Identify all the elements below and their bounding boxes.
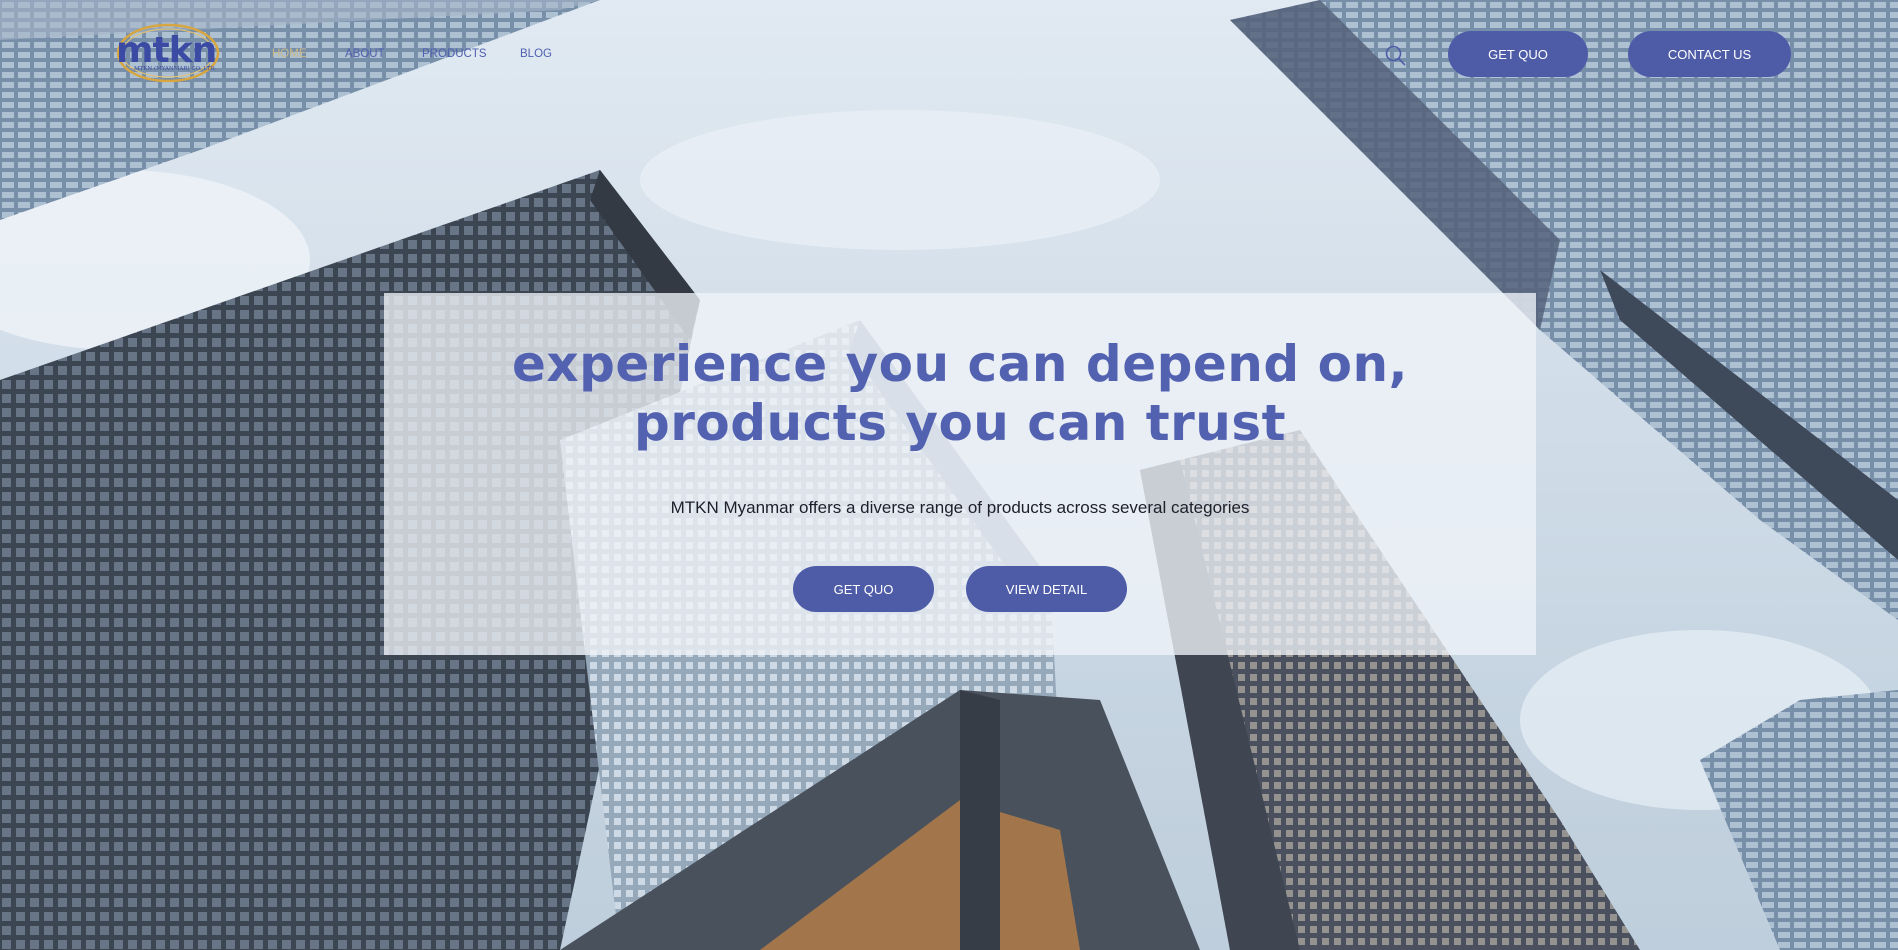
hero-title-line-1: experience you can depend on, [511, 335, 1409, 393]
hero-get-quote-button[interactable]: GET QUO [793, 566, 934, 612]
hero-title-line-2: products you can trust [633, 394, 1287, 452]
site-header: mtkn MTKN (MYANMAR) CO.,LTD. HOME ABOUT … [0, 0, 1898, 110]
search-button[interactable] [1382, 42, 1408, 68]
nav-item-blog[interactable]: BLOG [520, 48, 552, 60]
nav-item-about[interactable]: ABOUT [345, 48, 385, 60]
brand-logo[interactable]: mtkn MTKN (MYANMAR) CO.,LTD. [112, 20, 224, 86]
search-icon [1385, 45, 1406, 66]
header-get-quote-button[interactable]: GET QUO [1448, 31, 1588, 77]
nav-item-home[interactable]: HOME [272, 48, 307, 60]
hero-card: experience you can depend on, products y… [384, 293, 1536, 655]
logo-wordmark: mtkn [116, 30, 217, 71]
logo-subtext: MTKN (MYANMAR) CO.,LTD. [134, 66, 217, 72]
nav-item-products[interactable]: PRODUCTS [422, 48, 487, 60]
hero-subtitle: MTKN Myanmar offers a diverse range of p… [670, 498, 1250, 517]
hero-view-detail-button[interactable]: VIEW DETAIL [966, 566, 1127, 612]
header-contact-us-button[interactable]: CONTACT US [1628, 31, 1791, 77]
hero-title: experience you can depend on, products y… [384, 335, 1536, 453]
